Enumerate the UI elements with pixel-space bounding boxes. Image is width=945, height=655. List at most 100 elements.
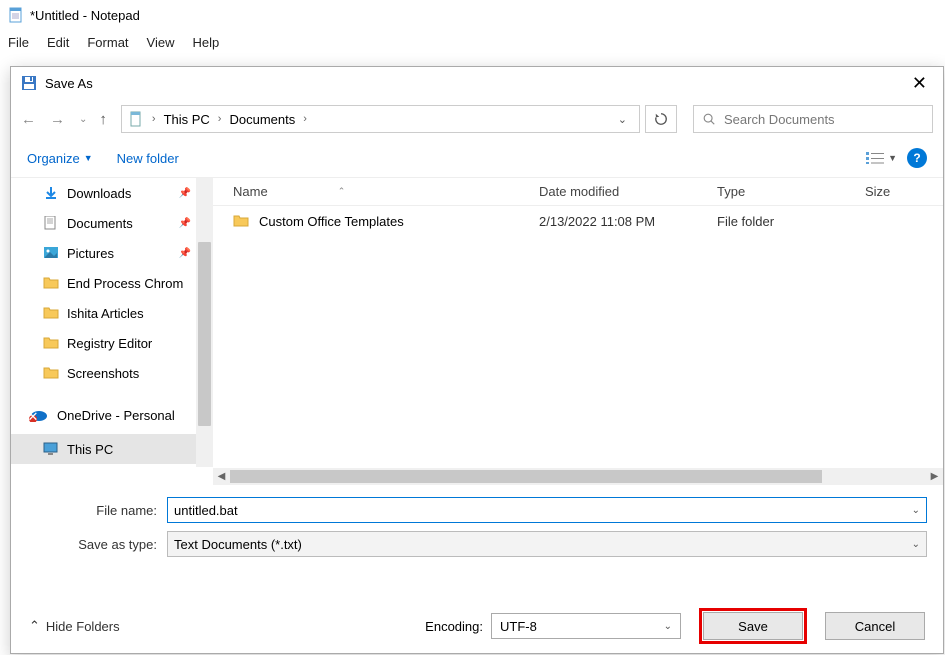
- folder-icon: [43, 276, 59, 290]
- sidebar-item-folder[interactable]: End Process Chrom: [11, 268, 213, 298]
- dialog-footer: ⌃ Hide Folders Encoding: UTF-8 ⌄ Save Ca…: [11, 599, 943, 653]
- save-as-dialog: Save As ✕ ← → ⌄ ↑ › This PC › Documents …: [10, 66, 944, 654]
- sidebar-item-label: Screenshots: [67, 366, 139, 381]
- sidebar-item-folder[interactable]: Screenshots: [11, 358, 213, 388]
- sidebar-item-thispc[interactable]: This PC: [11, 434, 213, 464]
- navbar: ← → ⌄ ↑ › This PC › Documents › ⌄ Search…: [11, 99, 943, 139]
- refresh-button[interactable]: [645, 105, 677, 133]
- sort-up-icon: ⌃: [338, 186, 346, 197]
- sidebar-item-label: This PC: [67, 442, 113, 457]
- hide-folders-button[interactable]: ⌃ Hide Folders: [29, 618, 120, 634]
- chevron-down-icon[interactable]: ⌄: [912, 505, 920, 516]
- sidebar-item-onedrive[interactable]: ✕ OneDrive - Personal: [11, 400, 213, 430]
- view-options-button[interactable]: ▼: [866, 151, 897, 165]
- chevron-right-icon[interactable]: ›: [299, 113, 311, 125]
- dialog-body: Downloads 📌 Documents 📌 Pictures 📌 End P…: [11, 177, 943, 485]
- saveastype-select[interactable]: Text Documents (*.txt) ⌄: [167, 531, 927, 557]
- help-button[interactable]: ?: [907, 148, 927, 168]
- filename-label: File name:: [27, 503, 167, 518]
- sidebar-item-folder[interactable]: Ishita Articles: [11, 298, 213, 328]
- dialog-title: Save As: [45, 76, 93, 91]
- search-placeholder: Search Documents: [724, 112, 835, 127]
- sidebar-item-downloads[interactable]: Downloads 📌: [11, 178, 213, 208]
- search-input[interactable]: Search Documents: [693, 105, 933, 133]
- breadcrumb[interactable]: › This PC › Documents › ⌄: [121, 105, 640, 133]
- sidebar-item-folder[interactable]: Registry Editor: [11, 328, 213, 358]
- file-list: Name ⌃ Date modified Type Size Custom Of…: [213, 178, 943, 485]
- new-folder-button[interactable]: New folder: [117, 151, 179, 166]
- svg-text:✕: ✕: [29, 409, 38, 422]
- menu-edit[interactable]: Edit: [47, 35, 69, 50]
- breadcrumb-root[interactable]: This PC: [164, 112, 210, 127]
- titlebar: *Untitled - Notepad: [0, 0, 945, 30]
- sidebar-item-pictures[interactable]: Pictures 📌: [11, 238, 213, 268]
- sidebar: Downloads 📌 Documents 📌 Pictures 📌 End P…: [11, 178, 213, 485]
- column-type[interactable]: Type: [717, 184, 745, 199]
- view-icon: [866, 151, 884, 165]
- sidebar-item-label: Registry Editor: [67, 336, 152, 351]
- nav-back-icon[interactable]: ←: [21, 111, 36, 128]
- sidebar-scrollbar[interactable]: [196, 178, 213, 467]
- file-row[interactable]: Custom Office Templates 2/13/2022 11:08 …: [213, 206, 943, 236]
- close-icon[interactable]: ✕: [906, 73, 933, 94]
- dialog-titlebar: Save As ✕: [11, 67, 943, 99]
- notepad-window: *Untitled - Notepad File Edit Format Vie…: [0, 0, 945, 655]
- save-icon: [21, 75, 37, 91]
- pc-icon: [43, 442, 59, 456]
- sidebar-item-documents[interactable]: Documents 📌: [11, 208, 213, 238]
- document-icon: [128, 111, 144, 127]
- save-button[interactable]: Save: [703, 612, 803, 640]
- file-date: 2/13/2022 11:08 PM: [539, 214, 717, 229]
- sidebar-item-label: OneDrive - Personal: [57, 408, 175, 423]
- notepad-icon: [8, 7, 24, 23]
- cancel-button[interactable]: Cancel: [825, 612, 925, 640]
- horizontal-scrollbar[interactable]: ◀ ▶: [213, 468, 943, 485]
- pictures-icon: [43, 246, 59, 260]
- scroll-left-icon[interactable]: ◀: [213, 468, 230, 485]
- menu-file[interactable]: File: [8, 35, 29, 50]
- column-size[interactable]: Size: [865, 184, 890, 199]
- encoding-select[interactable]: UTF-8 ⌄: [491, 613, 681, 639]
- file-type: File folder: [717, 214, 865, 229]
- menu-help[interactable]: Help: [192, 35, 219, 50]
- window-title: *Untitled - Notepad: [30, 8, 140, 23]
- pin-icon: 📌: [179, 248, 191, 259]
- onedrive-icon: ✕: [29, 408, 49, 422]
- menu-format[interactable]: Format: [87, 35, 128, 50]
- chevron-down-icon: ▼: [84, 153, 93, 163]
- organize-button[interactable]: Organize ▼: [27, 151, 93, 166]
- sidebar-item-label: Pictures: [67, 246, 114, 261]
- breadcrumb-current[interactable]: Documents: [229, 112, 295, 127]
- pin-icon: 📌: [179, 188, 191, 199]
- column-date[interactable]: Date modified: [539, 184, 619, 199]
- menu-view[interactable]: View: [147, 35, 175, 50]
- folder-icon: [43, 306, 59, 320]
- nav-recent-icon[interactable]: ⌄: [79, 114, 87, 125]
- encoding-label: Encoding:: [425, 619, 483, 634]
- chevron-down-icon[interactable]: ⌄: [912, 539, 920, 550]
- document-icon: [43, 216, 59, 230]
- save-button-highlight: Save: [699, 608, 807, 644]
- chevron-up-icon: ⌃: [29, 618, 40, 634]
- search-icon: [702, 112, 716, 126]
- nav-up-icon[interactable]: ↑: [99, 111, 107, 128]
- filename-input[interactable]: untitled.bat ⌄: [167, 497, 927, 523]
- chevron-right-icon[interactable]: ›: [214, 113, 226, 125]
- encoding-value: UTF-8: [500, 619, 537, 634]
- sidebar-item-label: Downloads: [67, 186, 131, 201]
- chevron-down-icon: ▼: [888, 153, 897, 163]
- chevron-down-icon[interactable]: ⌄: [612, 113, 633, 126]
- toolbar: Organize ▼ New folder ▼ ?: [11, 139, 943, 177]
- folder-icon: [43, 336, 59, 350]
- menubar: File Edit Format View Help: [0, 30, 945, 55]
- fields: File name: untitled.bat ⌄ Save as type: …: [11, 485, 943, 557]
- folder-icon: [233, 214, 249, 228]
- saveastype-label: Save as type:: [27, 537, 167, 552]
- refresh-icon: [654, 112, 668, 126]
- folder-icon: [43, 366, 59, 380]
- chevron-down-icon[interactable]: ⌄: [664, 621, 672, 632]
- chevron-right-icon[interactable]: ›: [148, 113, 160, 125]
- column-name[interactable]: Name: [233, 184, 268, 199]
- scroll-right-icon[interactable]: ▶: [926, 468, 943, 485]
- nav-forward-icon[interactable]: →: [50, 111, 65, 128]
